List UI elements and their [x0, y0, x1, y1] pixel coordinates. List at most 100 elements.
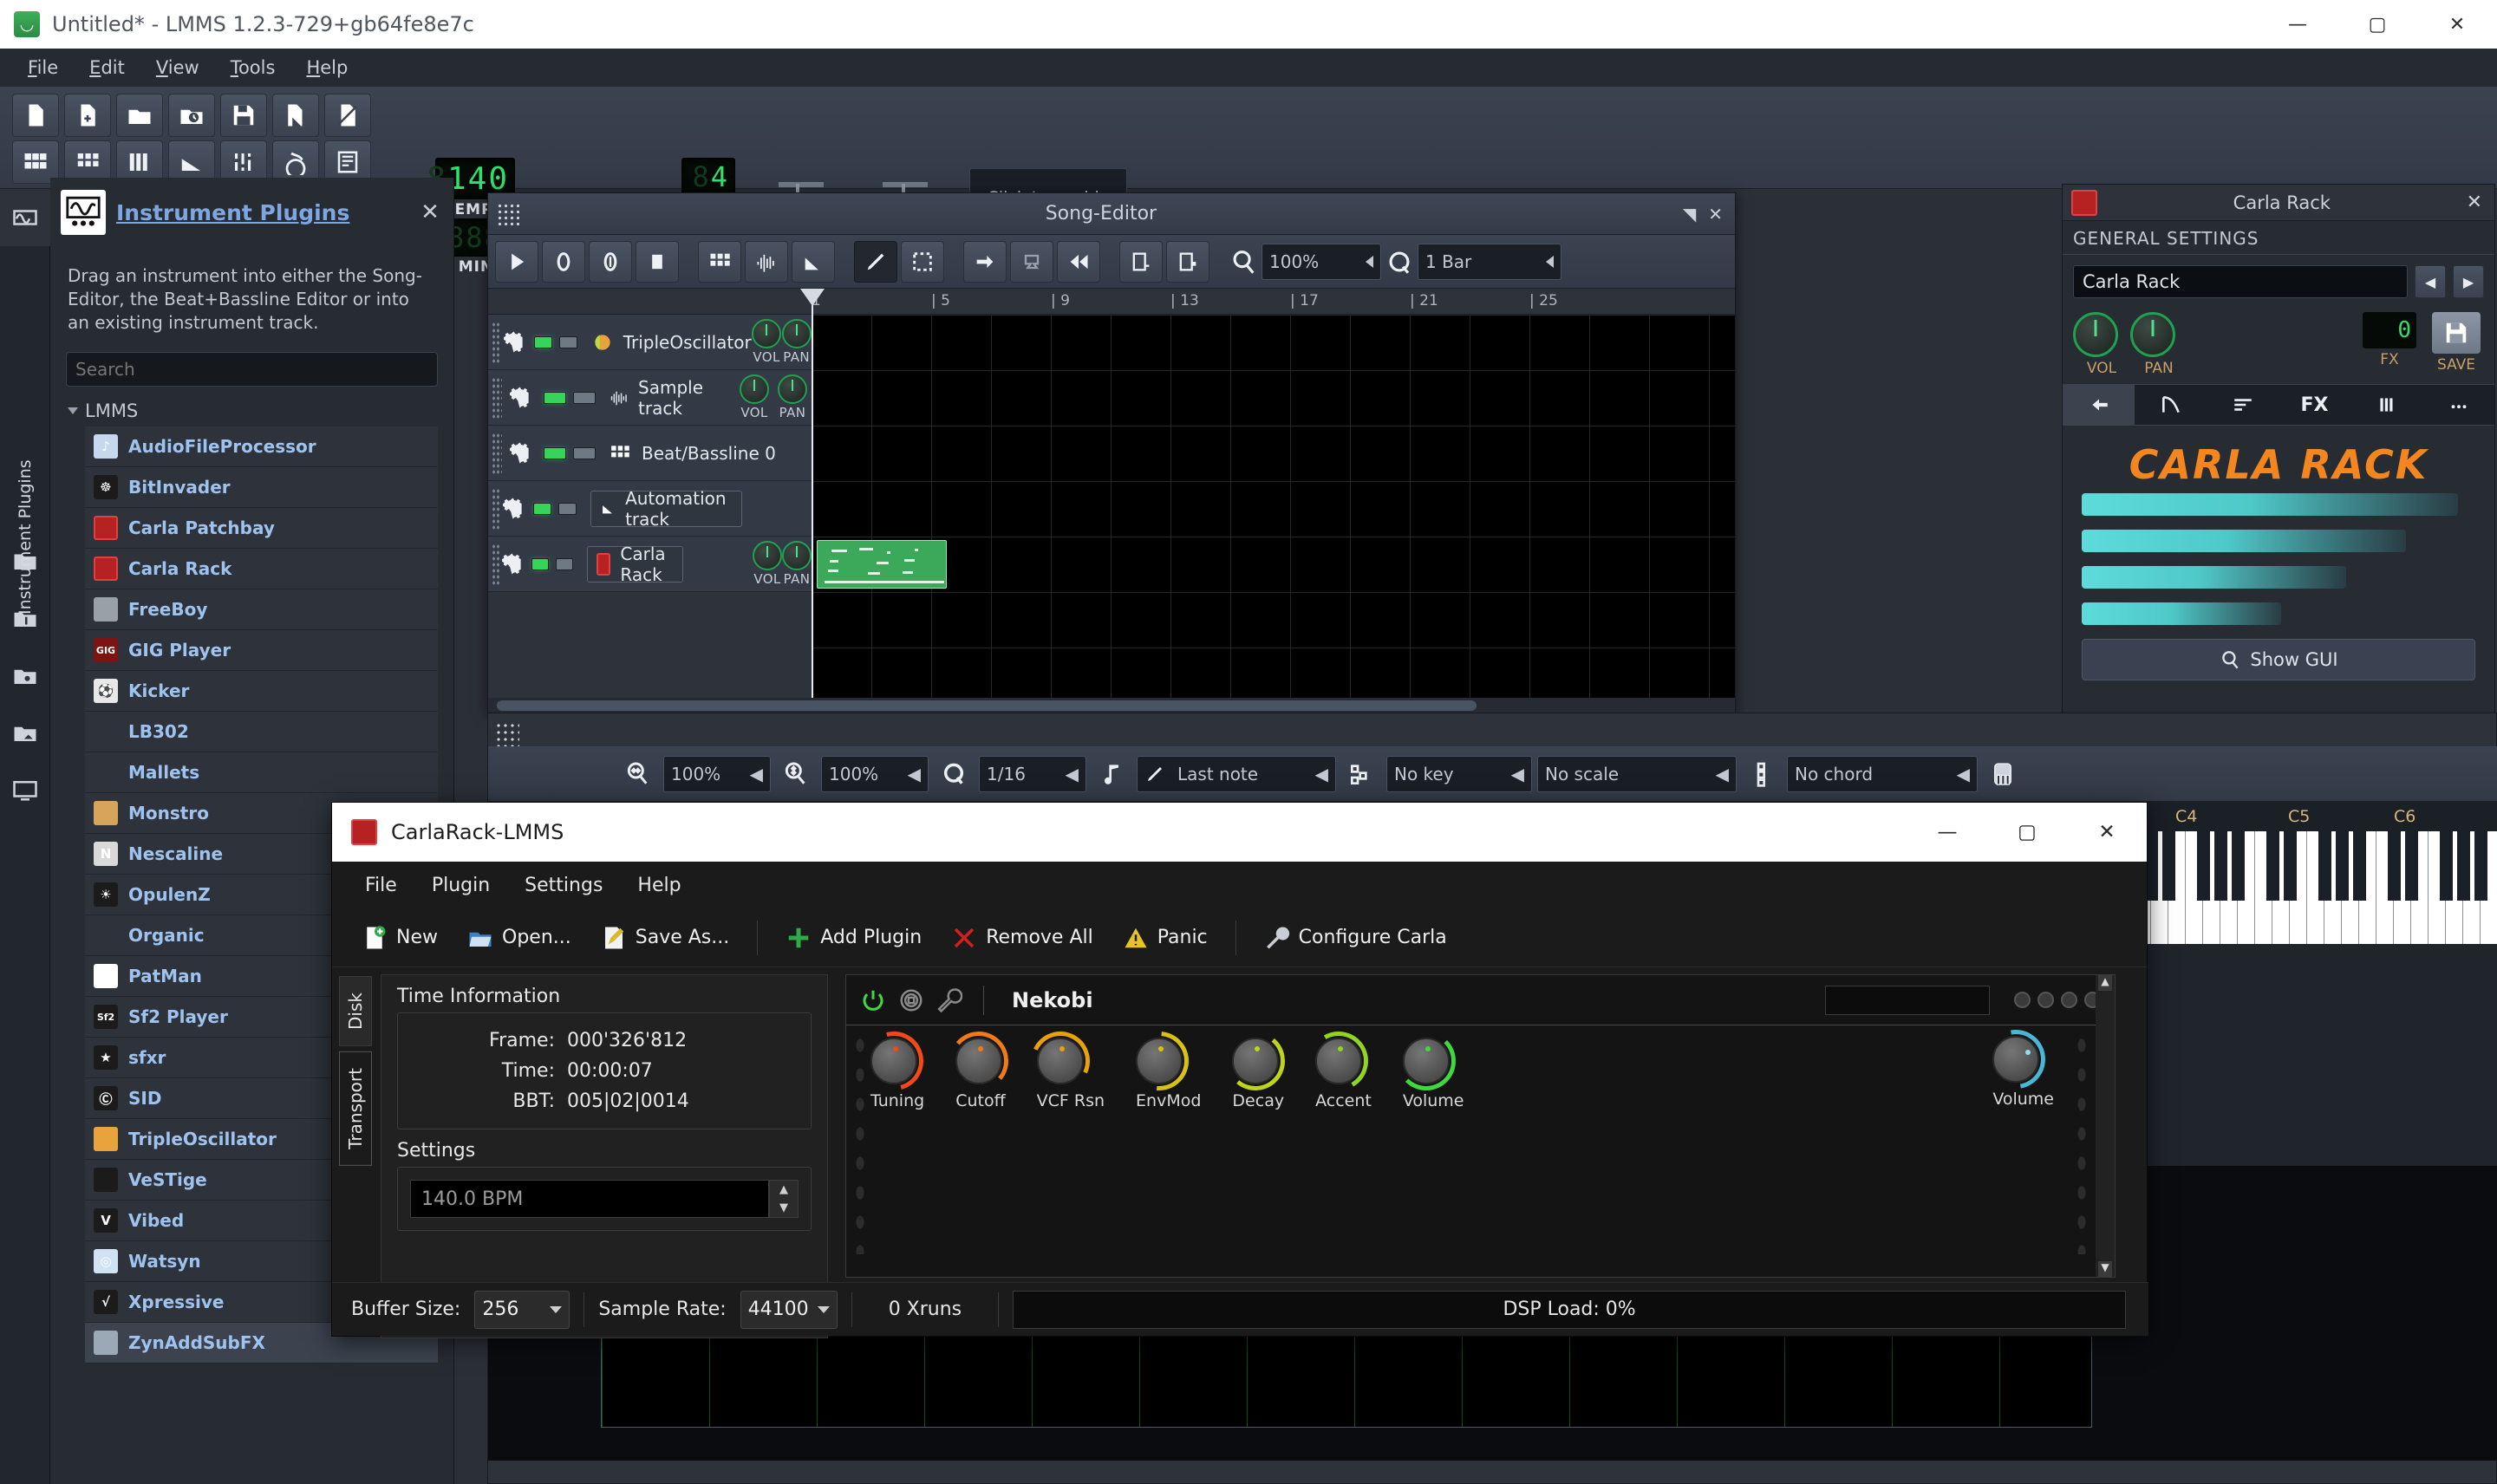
- track-name[interactable]: Sample track: [610, 377, 735, 419]
- track-pan-knob-group[interactable]: PAN: [773, 374, 812, 420]
- plugin-output-volume-group[interactable]: Volume: [1974, 1018, 2057, 1109]
- new-from-template-button[interactable]: [64, 94, 111, 137]
- piano-black-key[interactable]: [2405, 831, 2418, 901]
- track-pan-knob[interactable]: [781, 319, 812, 348]
- playhead-flag-icon[interactable]: [800, 289, 825, 306]
- carla-menu-file[interactable]: File: [351, 871, 411, 900]
- carla-panic-button[interactable]: Panic: [1111, 914, 1220, 961]
- track-solo-led[interactable]: [573, 391, 596, 404]
- piano-black-key[interactable]: [2266, 831, 2279, 901]
- piano-black-key[interactable]: [2353, 831, 2366, 901]
- plugin-item[interactable]: ⚽ Kicker: [85, 671, 438, 712]
- minimize-button[interactable]: —: [2258, 0, 2337, 49]
- carla-tab-transport[interactable]: Transport: [339, 1051, 372, 1166]
- next-preset-button[interactable]: ▶: [2453, 265, 2484, 298]
- carla-minimize-button[interactable]: —: [1907, 803, 1987, 862]
- track-mute-led[interactable]: [544, 446, 566, 459]
- export-button[interactable]: [324, 94, 371, 137]
- carla-save-as-button[interactable]: Save As...: [589, 914, 742, 961]
- carla-open-button[interactable]: Open...: [455, 914, 584, 961]
- note-length-combo[interactable]: Last note ◀: [1137, 755, 1336, 792]
- scroll-down-button[interactable]: ▼: [2098, 1261, 2112, 1277]
- play-button[interactable]: [495, 240, 538, 283]
- track-solo-led[interactable]: [573, 446, 596, 459]
- led-active[interactable]: [2014, 992, 2031, 1008]
- menu-view[interactable]: View: [140, 54, 215, 81]
- track-drag-handle[interactable]: [492, 543, 499, 585]
- scale-combo[interactable]: No scale ◀: [1537, 755, 1737, 792]
- bpm-stepper[interactable]: ▲ ▼: [769, 1180, 799, 1218]
- carla-add-plugin-button[interactable]: Add Plugin: [773, 914, 934, 961]
- knob-cutoff[interactable]: [947, 1029, 1012, 1093]
- track-mute-led[interactable]: [533, 335, 552, 348]
- track-drag-handle[interactable]: [492, 432, 502, 474]
- plugin-item[interactable]: FreeBoy: [85, 589, 438, 630]
- track-mute-led[interactable]: [544, 391, 566, 404]
- insert-bar-button[interactable]: [1119, 240, 1163, 283]
- rewind-button[interactable]: [1057, 240, 1100, 283]
- tab-midi[interactable]: [2207, 385, 2279, 425]
- carla-tab-disk[interactable]: Disk: [339, 976, 372, 1046]
- track-vol-knob[interactable]: [753, 541, 783, 570]
- track-settings-button[interactable]: [502, 386, 537, 409]
- remove-bar-button[interactable]: [1166, 240, 1209, 283]
- carla-close-button[interactable]: ✕: [2067, 803, 2147, 862]
- song-editor-maximize-button[interactable]: ◥: [1683, 204, 1696, 225]
- carla-new-button[interactable]: New: [349, 914, 450, 961]
- pan-knob-group[interactable]: PAN: [2130, 312, 2187, 377]
- piano-black-key[interactable]: [2336, 831, 2349, 901]
- piano-black-key[interactable]: [2232, 831, 2245, 901]
- track-solo-led[interactable]: [557, 502, 577, 515]
- menu-help[interactable]: Help: [290, 54, 363, 81]
- piano-black-key[interactable]: [2214, 831, 2227, 901]
- volume-knob[interactable]: [2073, 312, 2118, 357]
- move-mode-button[interactable]: [963, 240, 1007, 283]
- track-row[interactable]: TripleOscillator VOL PAN: [488, 315, 812, 370]
- draw-mode-button[interactable]: [854, 240, 897, 283]
- track-settings-button[interactable]: [499, 330, 526, 354]
- carla-menu-help[interactable]: Help: [623, 871, 694, 900]
- plugin-item[interactable]: Carla Patchbay: [85, 508, 438, 549]
- carla-remove-all-button[interactable]: Remove All: [939, 914, 1105, 961]
- piano-black-key[interactable]: [2284, 831, 2297, 901]
- track-solo-led[interactable]: [556, 557, 573, 570]
- plugin-item[interactable]: ☸ BitInvader: [85, 467, 438, 508]
- menu-tools[interactable]: Tools: [215, 54, 291, 81]
- master-pitch-slider[interactable]: [883, 182, 928, 187]
- piano-roll-zoom-y-combo[interactable]: 100% ◀: [821, 755, 929, 792]
- maximize-button[interactable]: ▢: [2337, 0, 2417, 49]
- piano-roll-zoom-x-combo[interactable]: 100% ◀: [663, 755, 771, 792]
- instrument-name-input[interactable]: [2073, 265, 2408, 298]
- target-icon[interactable]: [898, 987, 924, 1013]
- plugin-knob-group[interactable]: VCF Rsn: [1022, 1023, 1105, 1110]
- piano-black-key[interactable]: [2388, 831, 2401, 901]
- close-button[interactable]: ✕: [2417, 0, 2497, 49]
- led-audio-in[interactable]: [2037, 992, 2054, 1008]
- master-volume-slider[interactable]: [779, 182, 824, 187]
- instrument-plugins-close-icon[interactable]: ✕: [415, 198, 445, 227]
- plugin-item[interactable]: GIG GIG Player: [85, 630, 438, 671]
- track-mute-led[interactable]: [531, 557, 550, 570]
- led-audio-out[interactable]: [2061, 992, 2077, 1008]
- new-project-button[interactable]: [12, 94, 59, 137]
- piano-keyboard[interactable]: C4 C5 C6: [2134, 802, 2497, 1166]
- save-preset-group[interactable]: SAVE: [2432, 312, 2481, 374]
- save-preset-button[interactable]: [2432, 312, 2481, 354]
- track-name[interactable]: TripleOscillator: [591, 324, 752, 361]
- add-beat-bassline-button[interactable]: [698, 240, 741, 283]
- carla-rack-close-button[interactable]: ✕: [2467, 192, 2482, 213]
- track-name[interactable]: Carla Rack: [586, 543, 684, 585]
- prev-preset-button[interactable]: ◀: [2415, 265, 2446, 298]
- key-combo[interactable]: No key ◀: [1386, 755, 1532, 792]
- tab-envelope[interactable]: [2135, 385, 2207, 425]
- song-editor-close-button[interactable]: ✕: [1708, 204, 1723, 225]
- knob-vcf-rsn[interactable]: [1022, 1023, 1099, 1099]
- tab-more[interactable]: [2422, 385, 2494, 425]
- plugin-knob-group[interactable]: EnvMod: [1118, 1019, 1201, 1110]
- midi-device-button[interactable]: [1983, 754, 2023, 794]
- show-gui-button[interactable]: Show GUI: [2082, 639, 2475, 680]
- stop-button[interactable]: [636, 240, 679, 283]
- quantize-combo[interactable]: 1 Bar: [1418, 243, 1561, 280]
- zoom-combo[interactable]: 100%: [1262, 243, 1381, 280]
- track-vol-knob-group[interactable]: VOL: [735, 374, 773, 420]
